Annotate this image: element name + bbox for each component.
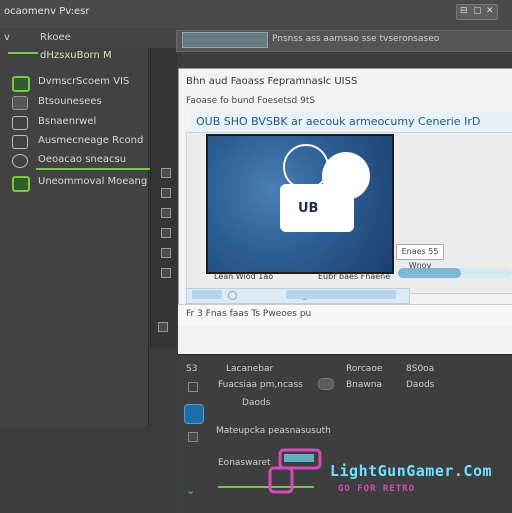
selection-accent-line: [36, 168, 160, 170]
tab-strip-label: Pnsnss ass aamsao sse tvseronsaseo: [272, 34, 440, 44]
scroll-step-icon[interactable]: [158, 322, 168, 332]
property-label: Fuacsiaa pm,ncass: [218, 380, 303, 390]
rounded-square-icon: [12, 135, 28, 149]
minimize-icon[interactable]: ⊟: [460, 6, 468, 16]
main-lower-area: [178, 326, 512, 354]
toggle-switch[interactable]: [318, 378, 334, 390]
property-label: Mateupcka peasnasusuth: [216, 426, 331, 436]
scroll-step-icon[interactable]: [188, 432, 198, 442]
sidebar-item-4[interactable]: Ausmecneage Rcond: [12, 133, 162, 151]
banner-text: OUB SHO BVSBK ar aecouk armeocumy Ceneri…: [196, 115, 481, 128]
scroll-step-icon[interactable]: [161, 248, 171, 258]
mail-icon[interactable]: [184, 404, 204, 424]
sidebar-item-1[interactable]: DvmscrScoem VIS: [12, 74, 162, 92]
scroll-step-icon[interactable]: [161, 208, 171, 218]
document-icon: [12, 116, 28, 130]
page-title: Bhn aud Faoass Fepramnaslc UISS: [186, 76, 358, 87]
chevron-down-icon[interactable]: ⌄: [186, 484, 195, 497]
app-title: ocaomenv Pv:esr: [4, 6, 90, 17]
scroll-step-icon[interactable]: [161, 188, 171, 198]
property-label: Lacanebar: [226, 364, 274, 374]
toolbar-button-wide[interactable]: [286, 290, 396, 299]
light-gun-logo-icon: [268, 448, 322, 494]
app-badge-icon: [12, 76, 30, 92]
panel-scroll-column[interactable]: [150, 48, 177, 348]
app-badge-icon: [12, 176, 30, 192]
property-value[interactable]: Rorcaoe: [346, 364, 382, 374]
properties-section-label: S3: [186, 364, 198, 374]
property-value[interactable]: Bnawna: [346, 380, 382, 390]
comment-icon: [12, 154, 28, 168]
progress-fill: [398, 268, 461, 278]
watermark-title: LightGunGamer.Com: [330, 462, 493, 480]
watermark-subtitle: GO FOR RETRO: [338, 484, 416, 494]
logo-text: UB: [298, 201, 319, 216]
property-value[interactable]: Daods: [406, 380, 434, 390]
menu-item-view[interactable]: v: [4, 32, 10, 43]
sidebar-item-3[interactable]: Bsnaenrwel: [12, 114, 162, 132]
checkbox-icon[interactable]: [188, 382, 198, 392]
preview-caption-left: Lean Wiod 1ao: [214, 272, 274, 281]
scroll-step-icon[interactable]: [161, 168, 171, 178]
sidebar-item-2[interactable]: Btsounesees: [12, 94, 162, 112]
value-field[interactable]: Enaes 55 Wnov: [396, 244, 444, 270]
preview-caption-right: Eubr baes Fnaene: [318, 272, 391, 281]
close-icon[interactable]: ✕: [486, 6, 494, 16]
window-controls: ⊟ ▢ ✕: [456, 4, 498, 20]
tab-active[interactable]: [182, 32, 268, 48]
maximize-icon[interactable]: ▢: [473, 6, 482, 16]
menu-item-edit[interactable]: Rkoee: [40, 32, 71, 43]
page-subtitle: Faoase fo bund Foesetsd 9tS: [186, 96, 316, 106]
property-value[interactable]: 8S0oa: [406, 364, 434, 374]
toolbar-button[interactable]: [192, 290, 222, 299]
footer-text: Fr 3 Fnas faas Ts Pweoes pu: [186, 309, 312, 319]
property-label: Daods: [242, 398, 271, 408]
sidebar-accent-line: [8, 52, 38, 54]
app-badge-icon: [12, 96, 28, 110]
scroll-step-icon[interactable]: [161, 268, 171, 278]
sidebar-item-6[interactable]: Uneommoval Moeang: [12, 174, 162, 192]
scroll-step-icon[interactable]: [161, 228, 171, 238]
radio-icon[interactable]: [228, 291, 237, 300]
sidebar-header: dHzsxuBorn M: [0, 50, 168, 64]
